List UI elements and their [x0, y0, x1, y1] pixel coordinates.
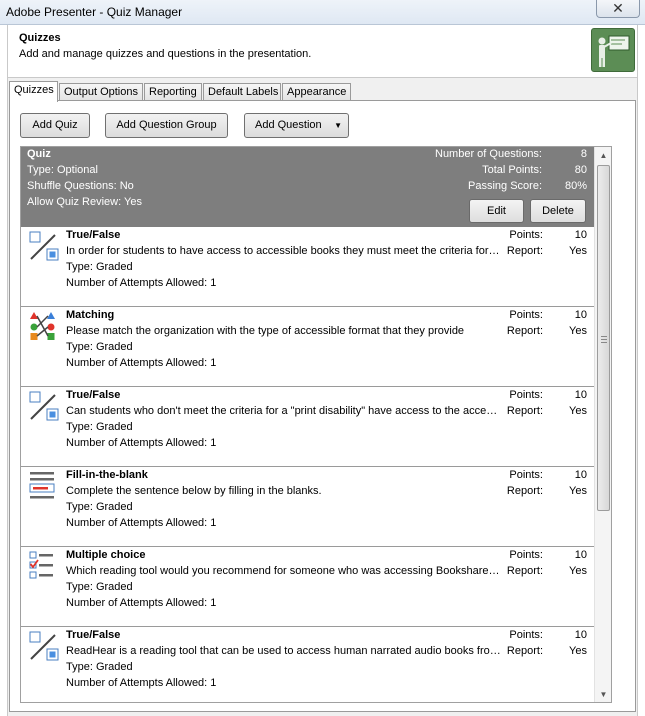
dialog-header: Quizzes Add and manage quizzes and quest…	[7, 25, 638, 77]
question-grading-type: Type: Graded	[66, 661, 133, 673]
add-question-label: Add Question	[255, 119, 322, 131]
report-label: Report:	[506, 325, 543, 337]
num-questions-label: Number of Questions:	[435, 148, 542, 160]
question-type-title: Fill-in-the-blank	[66, 469, 148, 481]
points-label: Points:	[509, 549, 543, 561]
report-label: Report:	[506, 485, 543, 497]
question-row[interactable]: True/False In order for students to have…	[21, 227, 594, 307]
report-value: Yes	[569, 325, 587, 337]
points-value: 10	[574, 389, 587, 401]
question-grading-type: Type: Graded	[66, 261, 133, 273]
matching-icon	[29, 311, 59, 341]
true-false-icon	[29, 231, 59, 261]
question-row[interactable]: Fill-in-the-blank Complete the sentence …	[21, 467, 594, 547]
points-value: 10	[574, 629, 587, 641]
add-question-dropdown-button[interactable]: Add Question ▼	[244, 113, 349, 138]
edit-quiz-button[interactable]: Edit	[469, 199, 524, 223]
report-value: Yes	[569, 245, 587, 257]
quiz-summary-row[interactable]: Quiz Type: Optional Shuffle Questions: N…	[21, 147, 594, 227]
multiple-choice-icon	[29, 551, 59, 581]
scrollbar-thumb[interactable]	[597, 165, 610, 511]
points-label: Points:	[509, 629, 543, 641]
scroll-up-arrow-icon[interactable]: ▲	[595, 147, 611, 164]
report-value: Yes	[569, 485, 587, 497]
report-label: Report:	[506, 405, 543, 417]
quiz-name: Quiz	[27, 148, 51, 160]
title-bar: Adobe Presenter - Quiz Manager ✕	[0, 0, 645, 25]
question-row[interactable]: True/False ReadHear is a reading tool th…	[21, 627, 594, 702]
delete-quiz-button[interactable]: Delete	[530, 199, 586, 223]
scroll-grip-icon	[601, 336, 607, 343]
tab-reporting[interactable]: Reporting	[144, 83, 202, 101]
quiz-review: Allow Quiz Review: Yes	[27, 196, 142, 208]
question-row[interactable]: Matching Please match the organization w…	[21, 307, 594, 387]
points-label: Points:	[509, 389, 543, 401]
question-grading-type: Type: Graded	[66, 581, 133, 593]
tab-output-options[interactable]: Output Options	[59, 83, 143, 101]
passing-score-value: 80%	[564, 180, 587, 192]
report-value: Yes	[569, 645, 587, 657]
question-text: Can students who don't meet the criteria…	[66, 405, 502, 417]
presenter-at-board-icon	[591, 28, 635, 72]
tab-quizzes[interactable]: Quizzes	[9, 81, 58, 102]
points-value: 10	[574, 469, 587, 481]
question-row[interactable]: Multiple choice Which reading tool would…	[21, 547, 594, 627]
question-attempts: Number of Attempts Allowed: 1	[66, 277, 217, 289]
question-attempts: Number of Attempts Allowed: 1	[66, 597, 217, 609]
quiz-shuffle: Shuffle Questions: No	[27, 180, 134, 192]
tab-default-labels[interactable]: Default Labels	[203, 83, 281, 101]
points-value: 10	[574, 229, 587, 241]
question-type-title: Matching	[66, 309, 115, 321]
question-text: Which reading tool would you recommend f…	[66, 565, 502, 577]
question-grading-type: Type: Graded	[66, 341, 133, 353]
quiz-type: Type: Optional	[27, 164, 98, 176]
add-quiz-button[interactable]: Add Quiz	[20, 113, 90, 138]
add-question-group-button[interactable]: Add Question Group	[105, 113, 228, 138]
dropdown-arrow-icon: ▼	[334, 121, 342, 130]
question-row[interactable]: True/False Can students who don't meet t…	[21, 387, 594, 467]
report-label: Report:	[506, 245, 543, 257]
true-false-icon	[29, 391, 59, 421]
close-icon: ✕	[612, 0, 624, 16]
question-attempts: Number of Attempts Allowed: 1	[66, 677, 217, 689]
close-button[interactable]: ✕	[596, 0, 640, 18]
question-type-title: True/False	[66, 389, 121, 401]
num-questions-value: 8	[580, 148, 587, 160]
true-false-icon	[29, 631, 59, 661]
question-grading-type: Type: Graded	[66, 421, 133, 433]
question-attempts: Number of Attempts Allowed: 1	[66, 517, 217, 529]
total-points-label: Total Points:	[482, 164, 542, 176]
vertical-scrollbar[interactable]: ▲ ▼	[594, 147, 611, 702]
report-value: Yes	[569, 565, 587, 577]
question-text: ReadHear is a reading tool that can be u…	[66, 645, 502, 657]
question-attempts: Number of Attempts Allowed: 1	[66, 437, 217, 449]
passing-score-label: Passing Score:	[468, 180, 542, 192]
question-type-title: Multiple choice	[66, 549, 146, 561]
header-description: Add and manage quizzes and questions in …	[19, 48, 312, 60]
points-value: 10	[574, 549, 587, 561]
question-type-title: True/False	[66, 629, 121, 641]
scroll-down-arrow-icon[interactable]: ▼	[595, 686, 611, 702]
total-points-value: 80	[574, 164, 587, 176]
tab-appearance[interactable]: Appearance	[282, 83, 351, 101]
report-label: Report:	[506, 645, 543, 657]
question-type-title: True/False	[66, 229, 121, 241]
report-value: Yes	[569, 405, 587, 417]
window-title: Adobe Presenter - Quiz Manager	[6, 5, 183, 19]
fill-in-the-blank-icon	[29, 471, 59, 501]
report-label: Report:	[506, 565, 543, 577]
points-value: 10	[574, 309, 587, 321]
question-attempts: Number of Attempts Allowed: 1	[66, 357, 217, 369]
quiz-question-list[interactable]: Quiz Type: Optional Shuffle Questions: N…	[20, 146, 612, 703]
question-text: Complete the sentence below by filling i…	[66, 485, 322, 497]
points-label: Points:	[509, 229, 543, 241]
header-title: Quizzes	[19, 32, 61, 44]
points-label: Points:	[509, 469, 543, 481]
points-label: Points:	[509, 309, 543, 321]
question-text: Please match the organization with the t…	[66, 325, 465, 337]
question-grading-type: Type: Graded	[66, 501, 133, 513]
question-text: In order for students to have access to …	[66, 245, 502, 257]
